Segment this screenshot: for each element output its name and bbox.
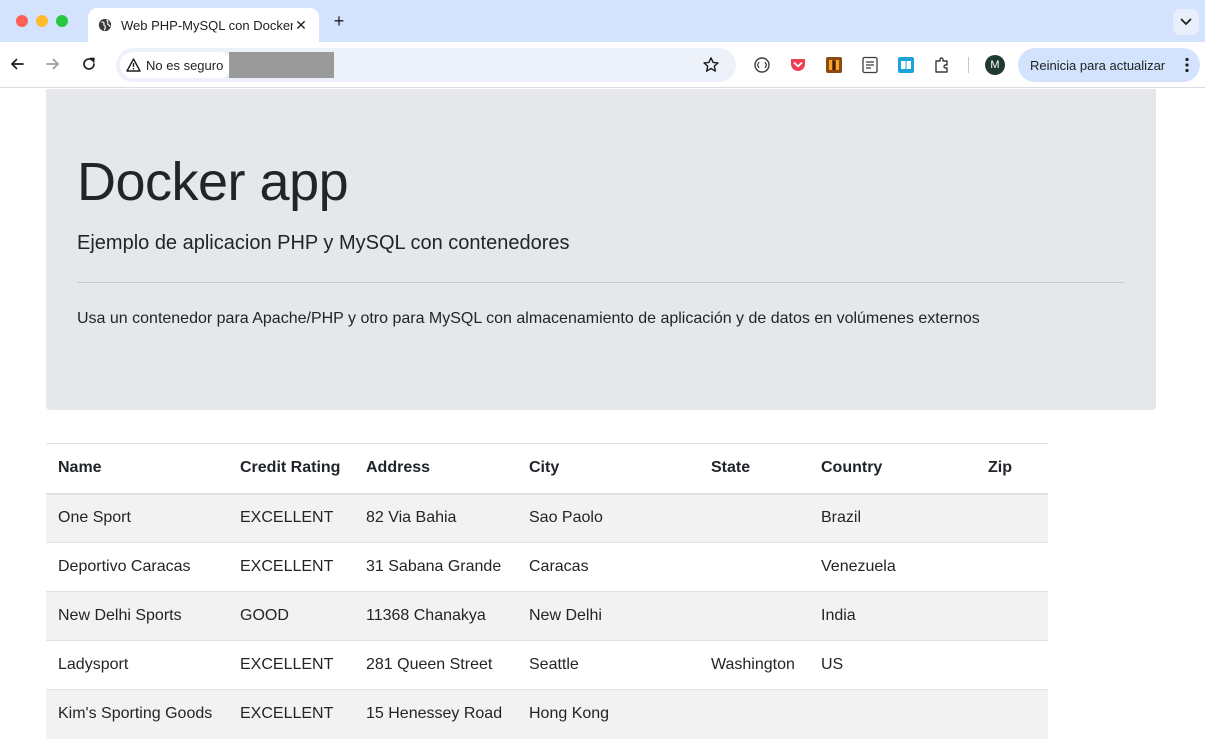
cell-country: India — [809, 591, 976, 641]
reload-button[interactable] — [79, 54, 99, 74]
cell-city: Seattle — [517, 640, 699, 690]
cell-state — [699, 591, 809, 641]
cell-name: Ladysport — [46, 640, 228, 690]
globe-icon — [98, 18, 112, 32]
jumbotron-divider — [77, 282, 1124, 283]
security-indicator[interactable]: No es seguro — [120, 52, 233, 78]
cell-credit-rating: GOOD — [228, 591, 354, 641]
column-header-city: City — [517, 443, 699, 495]
cell-credit-rating: EXCELLENT — [228, 689, 354, 739]
browser-toolbar: No es seguro M Reinicia para actualizar — [0, 42, 1205, 88]
new-tab-button[interactable]: + — [330, 11, 348, 31]
cell-country: Venezuela — [809, 542, 976, 592]
cell-country: Brazil — [809, 493, 976, 543]
column-header-name: Name — [46, 443, 228, 495]
puzzle-icon[interactable] — [933, 56, 951, 74]
cell-state — [699, 542, 809, 592]
cell-zip — [976, 640, 1048, 690]
column-header-country: Country — [809, 443, 976, 495]
more-vert-icon — [1185, 57, 1189, 73]
cell-address: 31 Sabana Grande — [354, 542, 517, 592]
cell-state — [699, 493, 809, 543]
close-window-button[interactable] — [16, 15, 28, 27]
maximize-window-button[interactable] — [56, 15, 68, 27]
cell-city: New Delhi — [517, 591, 699, 641]
cell-state: Washington — [699, 640, 809, 690]
cell-country: US — [809, 640, 976, 690]
address-bar[interactable]: No es seguro — [116, 48, 736, 82]
table-row: Kim's Sporting Goods EXCELLENT 15 Heness… — [46, 689, 1048, 739]
tab-strip: Web PHP-MySQL con Docker ✕ + — [0, 0, 1205, 42]
cell-name: One Sport — [46, 493, 228, 543]
update-button[interactable]: Reinicia para actualizar — [1018, 48, 1200, 82]
book-icon[interactable] — [897, 56, 915, 74]
profile-avatar[interactable]: M — [985, 55, 1005, 75]
bookshelf-icon[interactable] — [825, 56, 843, 74]
tab-search-button[interactable] — [1173, 9, 1199, 35]
cell-city: Sao Paolo — [517, 493, 699, 543]
pocket-icon[interactable] — [789, 56, 807, 74]
column-header-state: State — [699, 443, 809, 495]
url-redacted[interactable] — [229, 52, 334, 78]
forward-button[interactable] — [43, 54, 63, 74]
minimize-window-button[interactable] — [36, 15, 48, 27]
table-header-row: Name Credit Rating Address City State Co… — [46, 443, 1048, 495]
cell-name: New Delhi Sports — [46, 591, 228, 641]
cell-address: 281 Queen Street — [354, 640, 517, 690]
column-header-zip: Zip — [976, 443, 1048, 495]
ring-icon[interactable] — [753, 56, 771, 74]
tab-title: Web PHP-MySQL con Docker — [121, 17, 293, 33]
cell-city: Caracas — [517, 542, 699, 592]
column-header-credit-rating: Credit Rating — [228, 443, 354, 495]
cell-country — [809, 689, 976, 739]
cell-address: 82 Via Bahia — [354, 493, 517, 543]
table-row: Ladysport EXCELLENT 281 Queen Street Sea… — [46, 640, 1048, 690]
cell-credit-rating: EXCELLENT — [228, 493, 354, 543]
column-header-address: Address — [354, 443, 517, 495]
cell-zip — [976, 591, 1048, 641]
table-row: Deportivo Caracas EXCELLENT 31 Sabana Gr… — [46, 542, 1048, 592]
cell-city: Hong Kong — [517, 689, 699, 739]
bookmark-star-icon[interactable] — [702, 56, 720, 74]
customers-table: Name Credit Rating Address City State Co… — [46, 443, 1048, 739]
reader-icon[interactable] — [861, 56, 879, 74]
chevron-down-icon — [1180, 18, 1192, 26]
cell-name: Kim's Sporting Goods — [46, 689, 228, 739]
cell-credit-rating: EXCELLENT — [228, 542, 354, 592]
arrow-right-icon — [46, 58, 60, 70]
cell-credit-rating: EXCELLENT — [228, 640, 354, 690]
page-lead: Ejemplo de aplicacion PHP y MySQL con co… — [77, 232, 570, 254]
security-label: No es seguro — [146, 57, 224, 73]
warning-icon — [126, 58, 141, 72]
tab-active[interactable]: Web PHP-MySQL con Docker ✕ — [88, 8, 319, 42]
page-description: Usa un contenedor para Apache/PHP y otro… — [77, 310, 980, 327]
page-title: Docker app — [77, 152, 349, 212]
table-row: One Sport EXCELLENT 82 Via Bahia Sao Pao… — [46, 493, 1048, 543]
tab-close-icon[interactable]: ✕ — [293, 17, 309, 34]
reload-icon — [83, 57, 95, 70]
toolbar-divider — [968, 57, 969, 73]
jumbotron: Docker app Ejemplo de aplicacion PHP y M… — [46, 89, 1156, 410]
cell-zip — [976, 542, 1048, 592]
cell-address: 11368 Chanakya — [354, 591, 517, 641]
cell-zip — [976, 689, 1048, 739]
cell-state — [699, 689, 809, 739]
back-button[interactable] — [7, 54, 27, 74]
update-label: Reinicia para actualizar — [1030, 57, 1166, 73]
cell-zip — [976, 493, 1048, 543]
arrow-left-icon — [10, 58, 24, 70]
table-row: New Delhi Sports GOOD 11368 Chanakya New… — [46, 591, 1048, 641]
cell-name: Deportivo Caracas — [46, 542, 228, 592]
cell-address: 15 Henessey Road — [354, 689, 517, 739]
